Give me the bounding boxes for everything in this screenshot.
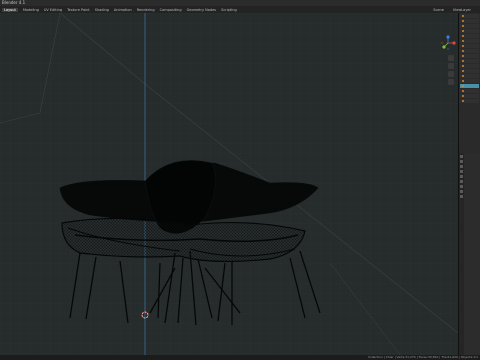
scene-selector[interactable]: ViewLayer [453, 8, 471, 12]
object-type-icon [462, 35, 464, 37]
outliner-row[interactable] [460, 54, 479, 58]
object-type-icon [462, 75, 464, 77]
object-type-icon [462, 60, 464, 62]
workspace-tab[interactable]: Layout [2, 7, 18, 12]
status-text: Collection | Chair | Verts:31,274 | Face… [367, 355, 478, 359]
material-tab-icon[interactable] [460, 195, 463, 198]
object-type-icon [462, 15, 464, 17]
object-tab-icon[interactable] [460, 185, 463, 188]
pan-icon[interactable] [448, 63, 454, 69]
object-type-icon [462, 40, 464, 42]
object-type-icon [462, 95, 464, 97]
status-bar: Collection | Chair | Verts:31,274 | Face… [0, 355, 480, 360]
object-type-icon [462, 30, 464, 32]
zoom-icon[interactable] [448, 55, 454, 61]
object-type-icon [462, 85, 464, 87]
render-tab-icon[interactable] [460, 160, 463, 163]
scene-selector[interactable]: Scene [433, 8, 444, 12]
outliner-row[interactable] [460, 14, 479, 18]
outliner-row[interactable] [460, 34, 479, 38]
object-type-icon [462, 65, 464, 67]
neg-x-axis-icon[interactable] [440, 41, 444, 45]
object-type-icon [462, 20, 464, 22]
tool-tab-icon[interactable] [460, 155, 463, 158]
3d-viewport[interactable] [0, 13, 458, 355]
workspace-tabs: Layout Modeling UV Editing Texture Paint Sha… [0, 6, 480, 13]
workspace-tab[interactable]: Rendering [137, 8, 155, 12]
viewport-canvas[interactable] [0, 13, 458, 355]
object-type-icon [462, 50, 464, 52]
workspace-tab[interactable]: Texture Paint [67, 8, 90, 12]
outliner-row[interactable] [460, 44, 479, 48]
outliner-row[interactable] [460, 49, 479, 53]
workspace-tab[interactable]: Modeling [23, 8, 39, 12]
outliner-row[interactable] [460, 69, 479, 73]
outliner-row[interactable] [460, 24, 479, 28]
scene-tab-icon[interactable] [460, 175, 463, 178]
outliner-row[interactable] [460, 74, 479, 78]
output-tab-icon[interactable] [460, 165, 463, 168]
outliner-row[interactable] [460, 39, 479, 43]
properties-panel[interactable] [458, 153, 480, 355]
workspace-tab[interactable]: Compositing [160, 8, 182, 12]
modifier-tab-icon[interactable] [460, 190, 463, 193]
outliner-row[interactable] [460, 19, 479, 23]
outliner-row[interactable] [460, 89, 479, 93]
perspective-toggle-icon[interactable] [448, 79, 454, 85]
outliner-row[interactable] [460, 59, 479, 63]
object-type-icon [462, 70, 464, 72]
outliner-row[interactable] [460, 84, 479, 88]
outliner-row[interactable] [460, 99, 479, 103]
camera-view-icon[interactable] [448, 71, 454, 77]
outliner-row[interactable] [460, 64, 479, 68]
y-axis-icon[interactable] [442, 45, 446, 49]
outliner-row[interactable] [460, 94, 479, 98]
workspace-tab[interactable]: Shading [95, 8, 109, 12]
x-axis-icon[interactable] [452, 41, 456, 45]
workspace-tab[interactable]: Scripting [221, 8, 237, 12]
world-tab-icon[interactable] [460, 180, 463, 183]
properties-tabs [459, 153, 464, 355]
workspace-tab[interactable]: UV Editing [44, 8, 62, 12]
navigation-gizmo[interactable] [440, 35, 456, 51]
workspace-tab[interactable]: Animation [114, 8, 132, 12]
outliner-panel[interactable] [458, 13, 480, 153]
neg-z-axis-icon[interactable] [446, 47, 450, 51]
scene-selectors: Scene ViewLayer [433, 8, 480, 12]
outliner-row[interactable] [460, 29, 479, 33]
window-title: Blender 4.1 [2, 0, 26, 5]
object-type-icon [462, 45, 464, 47]
workspace-tab[interactable]: Geometry Nodes [187, 8, 217, 12]
object-type-icon [462, 80, 464, 82]
object-type-icon [462, 90, 464, 92]
object-type-icon [462, 100, 464, 102]
z-axis-icon[interactable] [446, 35, 450, 39]
object-type-icon [462, 25, 464, 27]
view-layer-tab-icon[interactable] [460, 170, 463, 173]
outliner-row[interactable] [460, 79, 479, 83]
object-type-icon [462, 55, 464, 57]
viewport-nav-tools [448, 53, 456, 87]
